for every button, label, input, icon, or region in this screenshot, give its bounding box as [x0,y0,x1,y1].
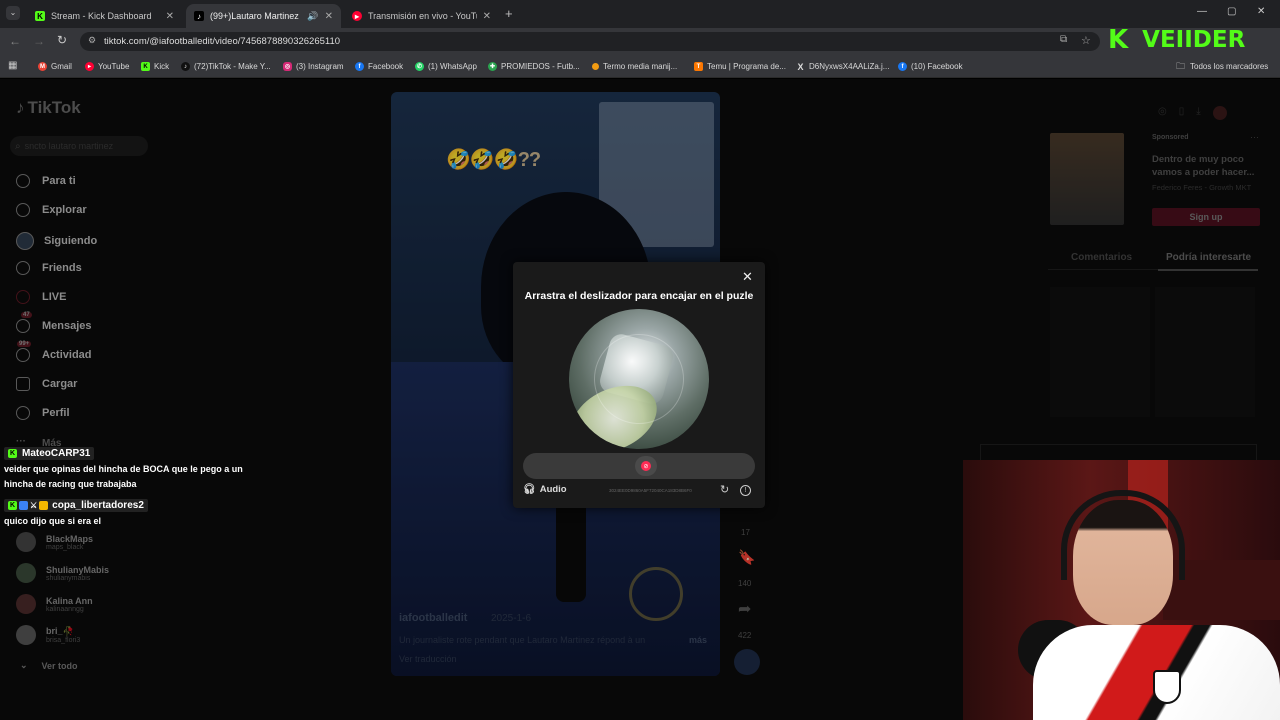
headphones-icon: 🎧︎ [523,484,536,495]
bookmark-x[interactable]: X D6NyxwsX4AALiZa.j... [796,55,889,78]
info-icon[interactable]: ! [740,485,751,496]
captcha-slider-handle[interactable]: ⊘ [635,456,657,476]
tab-youtube-live[interactable]: ▸ Transmisión en vivo - YouTube ✕ [344,4,499,28]
chat-text: veider que opinas del hincha de BOCA que… [4,464,243,489]
gmail-icon: M [38,62,47,71]
streamer-webcam [963,460,1280,720]
all-bookmarks[interactable]: 🗀 Todos los marcadores [1176,55,1268,78]
tiktok-icon: ♪ [181,62,190,71]
gift-badge-icon [39,501,49,510]
kick-badge-icon: K [8,501,17,510]
youtube-icon: ▸ [85,62,94,71]
speaker-icon[interactable]: 🔊 [307,11,318,22]
minimize-button[interactable]: — [1197,6,1207,17]
apps-grid-icon[interactable]: ▦ [8,60,17,71]
bookmark-tiktok[interactable]: ♪ (72)TikTok - Make Y... [181,55,271,78]
kick-k-logo: K [1108,25,1129,55]
bookmark-kick[interactable]: K Kick [141,55,169,78]
tab-tiktok-active[interactable]: ♪ (99+)Lautaro Martinez et se 🔊 ✕ [186,4,341,28]
url-text: tiktok.com/@iafootballedit/video/7456878… [104,36,341,47]
refresh-icon[interactable]: ↻ [720,483,729,496]
captcha-title: Arrastra el deslizador para encajar en e… [524,290,754,302]
instagram-icon: ◎ [283,62,292,71]
captcha-puzzle-image [569,309,709,449]
close-icon[interactable]: ✕ [319,11,333,22]
bookmark-youtube[interactable]: ▸ YouTube [85,55,129,78]
close-icon[interactable]: ✕ [160,11,174,22]
verified-badge-icon [19,501,28,510]
bookmarks-bar: ▦ M Gmail ▸ YouTube K Kick ♪ (72)TikTok - Ma… [0,55,1280,78]
forward-arrow-icon[interactable]: → [33,34,45,48]
bookmark-gmail[interactable]: M Gmail [38,55,72,78]
streamer-name-logo: VEIIDER [1142,27,1246,53]
no-entry-icon: ⊘ [641,461,651,471]
folder-icon: 🗀 [1176,60,1186,71]
tab-title: (99+)Lautaro Martinez et se [210,11,301,21]
chat-message: K MateoCARP31 veider que opinas del hinc… [4,447,254,492]
tab-title: Stream - Kick Dashboard [51,11,152,21]
x-icon: X [797,61,804,72]
captcha-code: 3024EE0D9860A5F72040CA183D8B6F0 [609,488,692,493]
chat-text: quico dijo que si era el [4,516,102,526]
kick-icon: K [35,11,45,21]
kick-icon: K [141,62,150,71]
tab-search-button[interactable]: ⌄ [6,6,20,20]
promiedos-icon: ✚ [488,62,497,71]
tiktok-icon: ♪ [194,11,204,21]
reload-icon[interactable]: ↻ [57,33,67,47]
sword-badge-icon: ⚔ [30,501,38,510]
captcha-rotate-ring [594,334,684,424]
new-tab-button[interactable]: + [505,6,513,21]
captcha-slider-track[interactable]: ⊘ [523,453,755,479]
youtube-icon: ▸ [352,11,362,21]
facebook-icon: f [898,62,907,71]
bookmark-facebook[interactable]: f Facebook [355,55,403,78]
install-app-icon[interactable]: ⧉ [1060,34,1067,45]
captcha-dialog: ✕ Arrastra el deslizador para encajar en… [513,262,765,508]
whatsapp-icon: ✆ [415,62,424,71]
omnibox[interactable]: ⚙ tiktok.com/@iafootballedit/video/74568… [80,32,1100,51]
temu-icon: T [694,62,703,71]
streamer-logo: K VEIIDER [1108,25,1268,55]
kick-badge-icon: K [8,449,17,458]
browser-tab-bar: ⌄ K Stream - Kick Dashboard ✕ ♪ (99+)Lau… [0,0,1280,28]
bookmark-temu[interactable]: T Temu | Programa de... [694,55,786,78]
close-icon[interactable]: ✕ [477,11,491,22]
bookmark-promiedos[interactable]: ✚ PROMIEDOS - Futb... [488,55,580,78]
address-toolbar: ← → ↻ ⚙ tiktok.com/@iafootballedit/video… [0,25,1280,55]
maximize-button[interactable]: ▢ [1227,6,1236,17]
chat-username: K MateoCARP31 [4,447,95,460]
tab-kick-dashboard[interactable]: K Stream - Kick Dashboard ✕ [27,4,182,28]
chat-username: K ⚔ copa_libertadores2 [4,499,148,512]
bookmark-facebook-2[interactable]: f (10) Facebook [898,55,963,78]
facebook-icon: f [355,62,364,71]
club-crest [1153,670,1181,704]
termo-icon [592,63,599,70]
close-icon[interactable]: ✕ [742,269,753,285]
bookmark-whatsapp[interactable]: ✆ (1) WhatsApp [415,55,477,78]
bookmark-instagram[interactable]: ◎ (3) Instagram [283,55,344,78]
tab-title: Transmisión en vivo - YouTube [368,11,477,21]
audio-button[interactable]: 🎧︎ Audio [523,484,567,495]
window-close-button[interactable]: ✕ [1257,6,1265,17]
bookmark-termo[interactable]: Termo media manij... [592,55,677,78]
chat-message: K ⚔ copa_libertadores2 quico dijo que si… [4,499,254,529]
bookmark-star-icon[interactable]: ☆ [1081,34,1091,47]
site-info-icon[interactable]: ⚙ [88,35,96,46]
back-arrow-icon[interactable]: ← [9,34,21,48]
